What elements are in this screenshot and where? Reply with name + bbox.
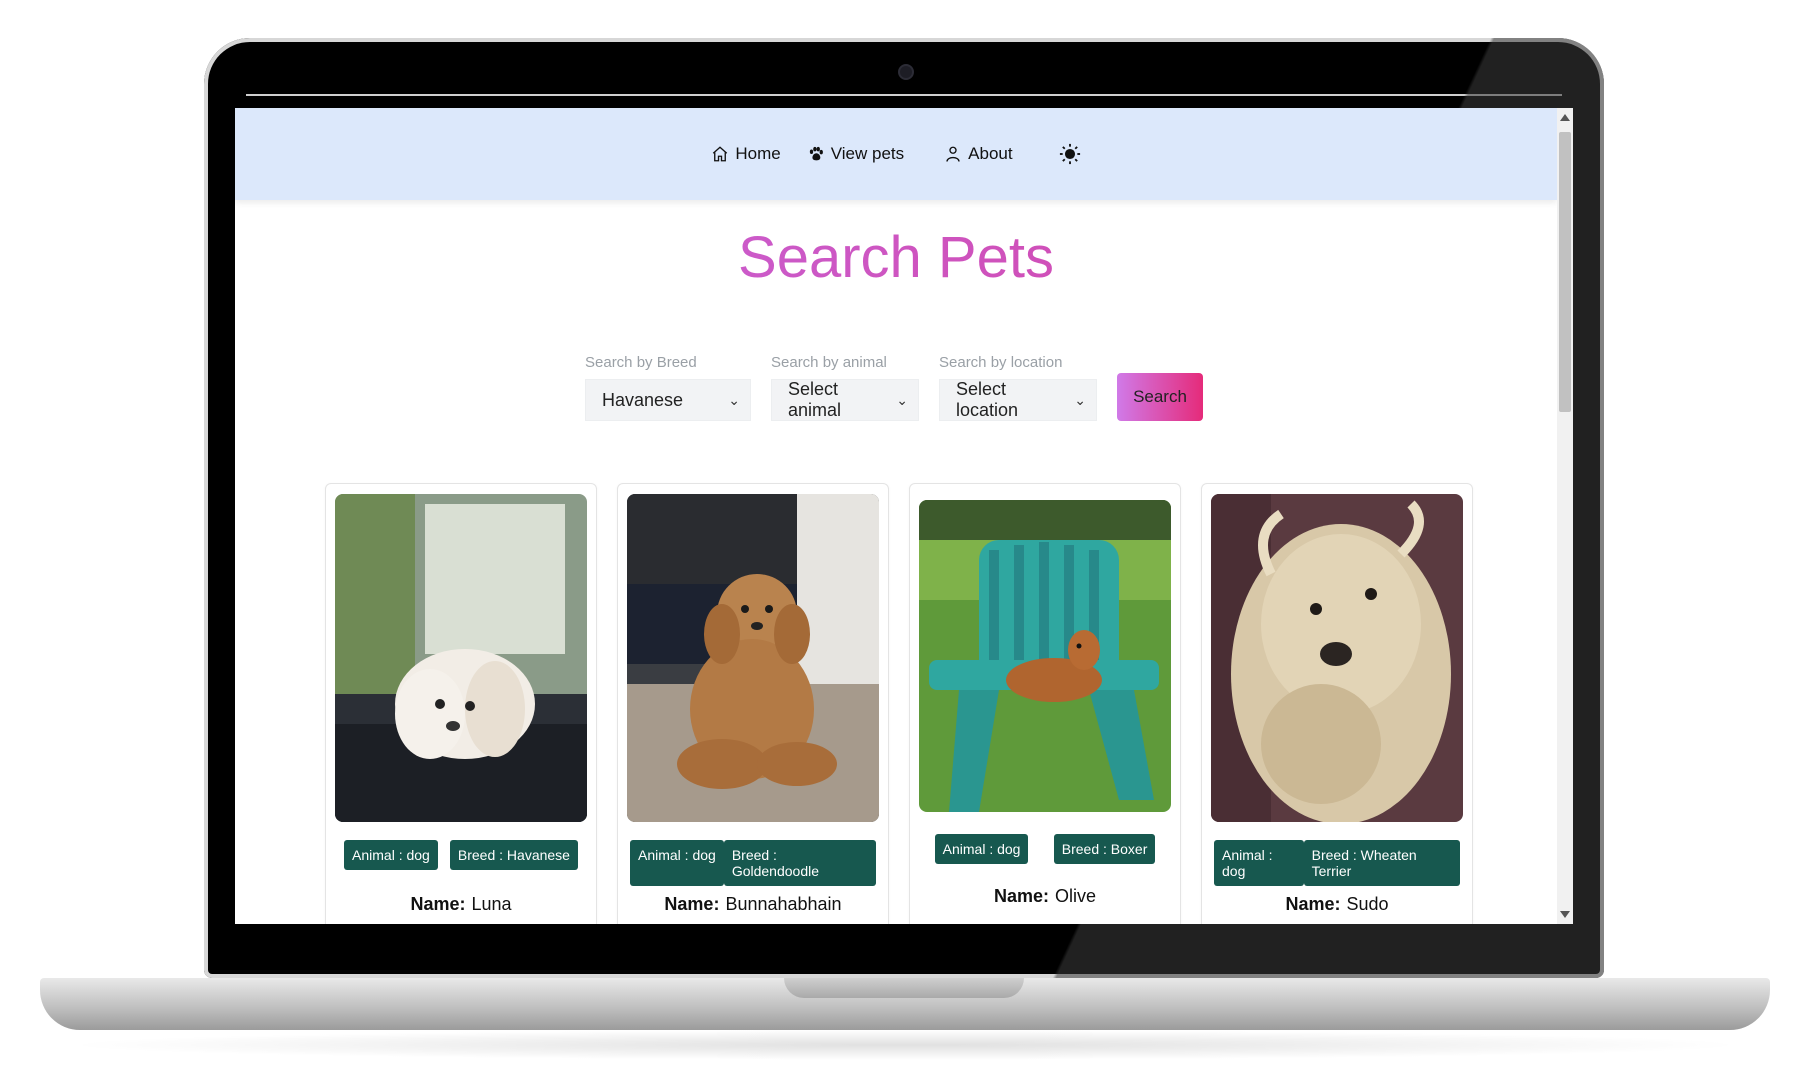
person-icon: [946, 146, 960, 162]
laptop-shadow: [60, 1030, 1750, 1060]
pet-card[interactable]: Animal : dog Breed : Wheaten Terrier Nam…: [1201, 483, 1473, 924]
pet-name: Sudo: [1346, 894, 1389, 914]
pet-name: Luna: [471, 894, 512, 914]
pet-name-label: Name:: [410, 894, 466, 914]
laptop-base: [40, 978, 1770, 1030]
animal-field: Search by animal Select animal ⌄: [771, 354, 919, 421]
browser-viewport: Home View pets About Search Pets Search …: [235, 108, 1573, 924]
breed-select-value: Havanese: [602, 389, 684, 410]
chevron-down-icon: ⌄: [1074, 391, 1086, 408]
animal-select[interactable]: Select animal ⌄: [771, 379, 919, 421]
breed-label: Search by Breed: [585, 354, 697, 371]
sun-icon[interactable]: [1059, 143, 1081, 165]
pet-name: Olive: [1055, 886, 1097, 906]
nav-view-pets[interactable]: View pets: [807, 144, 904, 164]
vertical-scrollbar[interactable]: [1557, 108, 1573, 924]
animal-tag: Animal : dog: [630, 840, 724, 886]
pet-tags: Animal : dog Breed : Wheaten Terrier: [1202, 840, 1472, 886]
pet-card[interactable]: Animal : dog Breed : Goldendoodle Name: B…: [617, 483, 889, 924]
nav-view-pets-label: View pets: [830, 144, 905, 163]
breed-field: Search by Breed Havanese ⌄: [585, 354, 751, 421]
pet-card[interactable]: Animal : dog Breed : Boxer Name: Olive: [909, 483, 1181, 924]
nav-about-label: About: [968, 144, 1013, 163]
pet-tags: Animal : dog Breed : Goldendoodle: [618, 840, 888, 886]
search-form: Search by Breed Havanese ⌄ Search by ani…: [585, 354, 1203, 421]
pet-name-row: Name: Olive: [910, 886, 1180, 907]
breed-tag: Breed : Goldendoodle: [723, 840, 876, 886]
pet-card-grid: Animal : dog Breed : Havanese Name:Luna: [325, 483, 1473, 924]
search-button[interactable]: Search: [1117, 373, 1203, 421]
breed-tag: Breed : Boxer: [1053, 834, 1156, 864]
pet-photo[interactable]: [919, 500, 1171, 812]
pet-tags: Animal : dog Breed : Boxer: [910, 834, 1180, 864]
pet-tags: Animal : dog Breed : Havanese: [326, 840, 596, 870]
bezel-line: [246, 94, 1562, 96]
nav-home[interactable]: Home: [711, 144, 781, 164]
home-icon: [713, 146, 728, 162]
breed-select[interactable]: Havanese ⌄: [585, 379, 751, 421]
pet-name: Bunnahabhain: [725, 894, 842, 914]
pet-name-row: Name: Luna: [326, 894, 596, 915]
nav-home-label: Home: [735, 144, 781, 163]
animal-tag: Animal : dog: [1214, 840, 1304, 886]
animal-select-value: Select animal: [788, 379, 842, 420]
pet-name-label: Name:: [993, 886, 1049, 906]
breed-tag: Breed : Havanese: [449, 840, 578, 870]
location-select[interactable]: Select location ⌄: [939, 379, 1097, 421]
animal-label: Search by animal: [771, 354, 887, 371]
location-field: Search by location Select location ⌄: [939, 354, 1097, 421]
animal-tag: Animal : dog: [934, 834, 1029, 864]
pet-photo[interactable]: [1211, 494, 1463, 822]
laptop-base-notch: [784, 978, 1024, 998]
chevron-down-icon: ⌄: [896, 391, 908, 408]
webcam: [898, 64, 914, 80]
paw-icon: [809, 146, 823, 161]
navbar: Home View pets About: [235, 108, 1557, 200]
animal-tag: Animal : dog: [344, 840, 438, 870]
pet-photo[interactable]: [335, 494, 587, 822]
location-label: Search by location: [939, 354, 1063, 371]
scroll-up-icon[interactable]: [1560, 114, 1570, 121]
pet-photo[interactable]: [627, 494, 879, 822]
scroll-thumb[interactable]: [1559, 132, 1571, 412]
breed-tag: Breed : Wheaten Terrier: [1303, 840, 1460, 886]
nav-about[interactable]: About: [944, 144, 1013, 164]
pet-name-row: Name: Sudo: [1202, 894, 1472, 915]
pet-name-row: Name: Bunnahabhain: [618, 894, 888, 915]
pet-card[interactable]: Animal : dog Breed : Havanese Name: Luna: [325, 483, 597, 924]
pet-name-label: Name:: [1285, 894, 1341, 914]
pet-name-label: Name:: [664, 894, 720, 914]
location-select-value: Select location: [956, 379, 1019, 420]
page-title: Search Pets: [235, 224, 1557, 291]
chevron-down-icon: ⌄: [728, 391, 740, 408]
scroll-down-icon[interactable]: [1560, 911, 1570, 918]
